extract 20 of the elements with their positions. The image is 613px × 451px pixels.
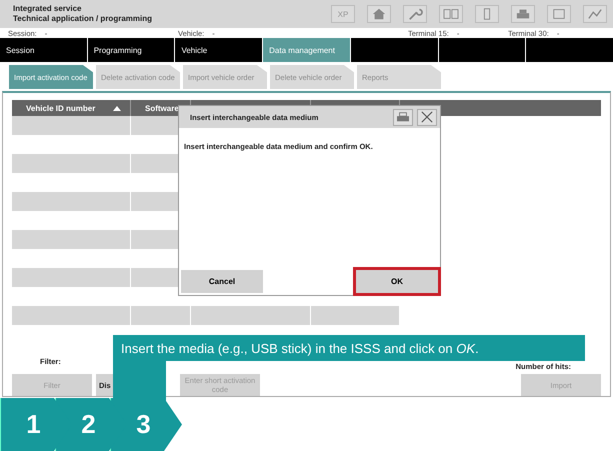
sort-icon bbox=[113, 106, 122, 110]
home-icon[interactable] bbox=[367, 5, 391, 23]
app-subtitle: Technical application / programming bbox=[13, 14, 152, 24]
nav-tab[interactable]: Vehicle bbox=[175, 38, 262, 62]
callout-text: Insert the media (e.g., USB stick) in the ISSS and click on OK. bbox=[121, 340, 479, 356]
nav-tab[interactable]: Session bbox=[0, 38, 87, 62]
dialog-button[interactable]: OK bbox=[356, 270, 438, 293]
nav-tab[interactable]: Programming bbox=[88, 38, 174, 62]
printer-icon[interactable] bbox=[393, 108, 413, 126]
device-icon[interactable] bbox=[475, 5, 499, 23]
box-icon[interactable] bbox=[547, 5, 571, 23]
close-icon[interactable] bbox=[417, 108, 437, 126]
app-title: Integrated service bbox=[13, 4, 82, 14]
book-icon[interactable] bbox=[439, 5, 463, 23]
chart-icon[interactable] bbox=[583, 5, 607, 23]
dialog-button[interactable]: Cancel bbox=[181, 270, 263, 293]
nav-tab[interactable]: Data management bbox=[263, 38, 350, 62]
wrench-icon[interactable] bbox=[403, 5, 427, 23]
xp-button[interactable]: XP bbox=[331, 5, 355, 23]
printer-icon[interactable] bbox=[511, 5, 535, 23]
